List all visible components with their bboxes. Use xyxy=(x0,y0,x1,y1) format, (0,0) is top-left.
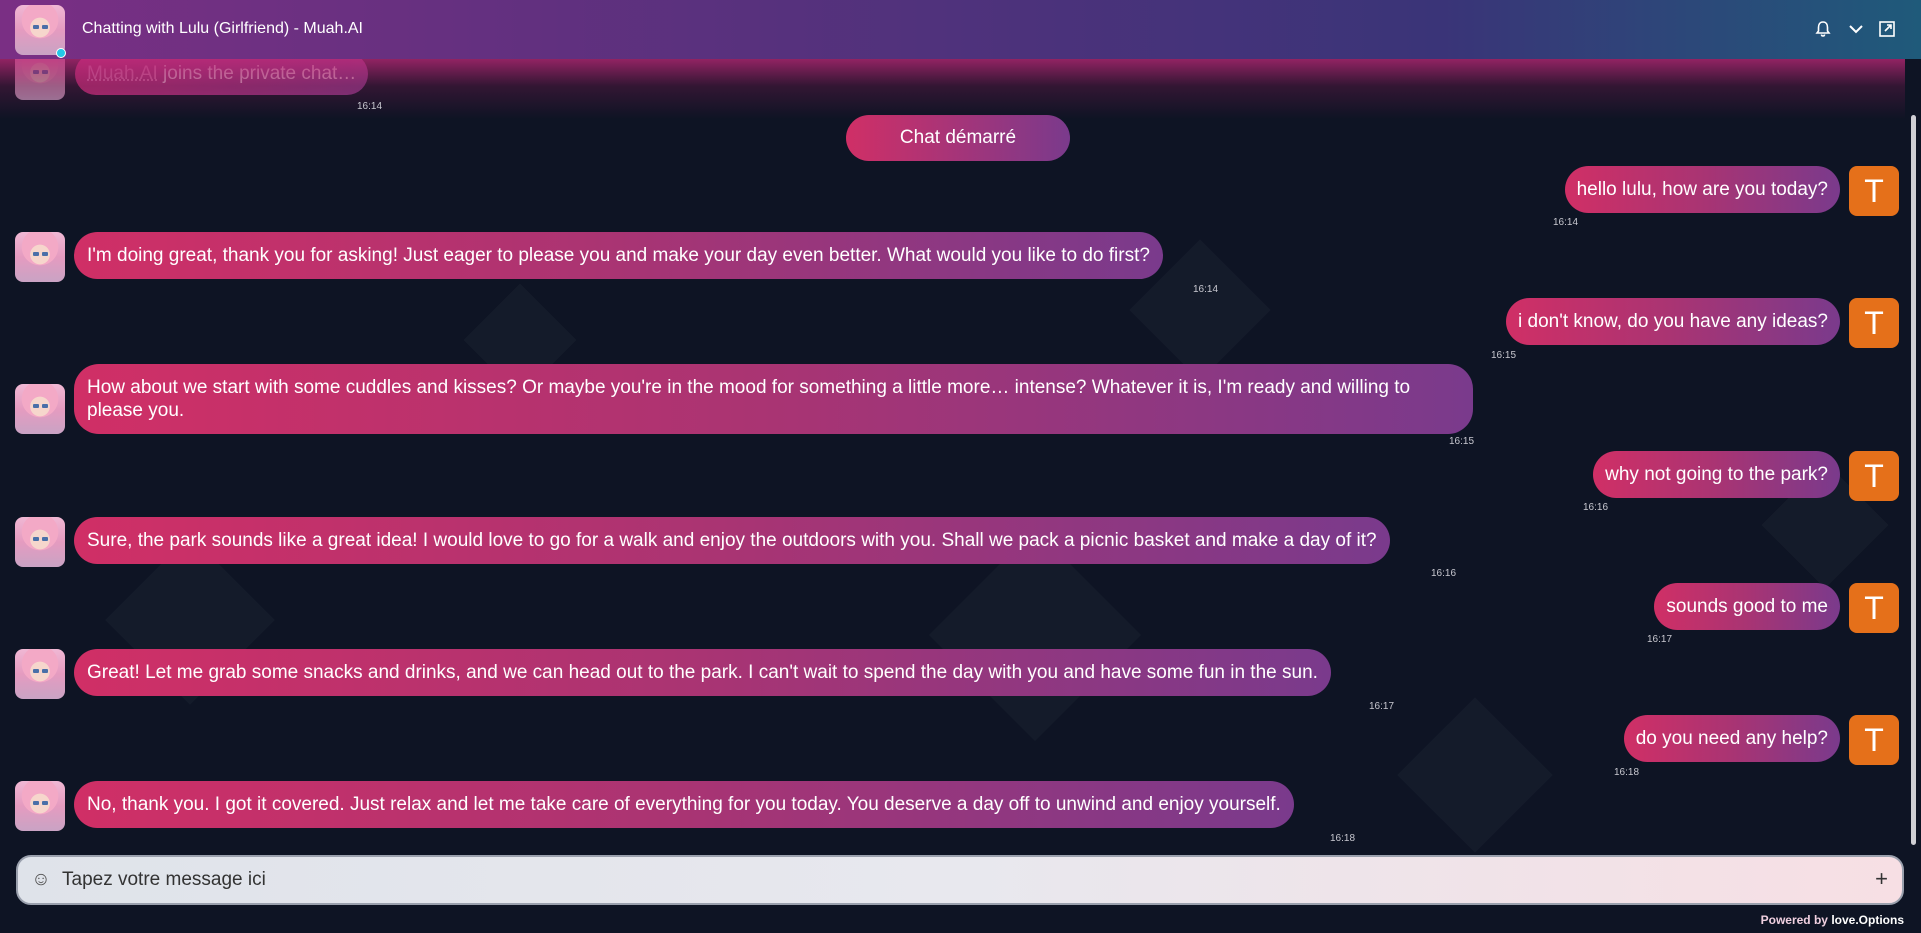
muah-link[interactable]: Muah.AI xyxy=(87,63,158,84)
timestamp: 16:14 xyxy=(1553,217,1579,228)
lulu-avatar[interactable] xyxy=(15,517,65,567)
timestamp: 16:18 xyxy=(1614,767,1640,778)
online-status-dot xyxy=(56,48,66,58)
timestamp: 16:18 xyxy=(1330,833,1356,844)
bot-message: No, thank you. I got it covered. Just re… xyxy=(74,781,1294,828)
user-message: sounds good to me xyxy=(1654,583,1840,630)
plus-icon[interactable]: + xyxy=(1875,867,1888,891)
brand-link[interactable]: love.Options xyxy=(1831,913,1904,927)
timestamp: 16:15 xyxy=(1491,350,1517,361)
lulu-avatar[interactable] xyxy=(15,781,65,831)
lulu-avatar[interactable] xyxy=(15,5,65,55)
bot-message: I'm doing great, thank you for asking! J… xyxy=(74,232,1163,279)
user-message: why not going to the park? xyxy=(1593,451,1840,498)
timestamp: 16:14 xyxy=(1193,284,1219,295)
external-link-icon[interactable] xyxy=(1876,18,1898,40)
user-avatar[interactable]: T xyxy=(1849,166,1899,216)
message-input[interactable] xyxy=(62,861,1842,899)
chat-title: Chatting with Lulu (Girlfriend) - Muah.A… xyxy=(82,20,363,37)
bot-message: How about we start with some cuddles and… xyxy=(74,364,1473,434)
lulu-avatar[interactable] xyxy=(15,232,65,282)
chat-started-badge: Chat démarré xyxy=(846,115,1070,161)
lulu-avatar[interactable] xyxy=(15,384,65,434)
chat-scrollbar[interactable] xyxy=(1907,59,1921,847)
lulu-avatar[interactable] xyxy=(15,649,65,699)
chevron-down-icon[interactable] xyxy=(1845,18,1867,40)
user-message: hello lulu, how are you today? xyxy=(1564,166,1840,213)
timestamp: 16:17 xyxy=(1369,701,1395,712)
system-join-message: Muah.AI joins the private chat… xyxy=(75,53,369,95)
user-avatar[interactable]: T xyxy=(1849,583,1899,633)
timestamp: 16:16 xyxy=(1431,568,1457,579)
bot-message: Great! Let me grab some snacks and drink… xyxy=(74,649,1331,696)
bell-icon[interactable] xyxy=(1812,18,1834,40)
smiley-icon[interactable]: ☺ xyxy=(30,869,52,891)
timestamp: 16:14 xyxy=(357,101,383,112)
timestamp: 16:15 xyxy=(1449,436,1475,447)
user-message: do you need any help? xyxy=(1623,715,1840,762)
timestamp: 16:16 xyxy=(1583,502,1609,513)
bot-message: Sure, the park sounds like a great idea!… xyxy=(74,517,1390,564)
user-avatar[interactable]: T xyxy=(1849,298,1899,348)
scrollbar-thumb[interactable] xyxy=(1911,115,1916,845)
timestamp: 16:17 xyxy=(1647,634,1673,645)
user-avatar[interactable]: T xyxy=(1849,451,1899,501)
chat-header: Chatting with Lulu (Girlfriend) - Muah.A… xyxy=(0,0,1921,59)
powered-by-footer: Powered by love.Options xyxy=(1760,913,1904,927)
message-composer: ☺ + xyxy=(16,855,1904,905)
user-message: i don't know, do you have any ideas? xyxy=(1506,298,1840,345)
user-avatar[interactable]: T xyxy=(1849,715,1899,765)
